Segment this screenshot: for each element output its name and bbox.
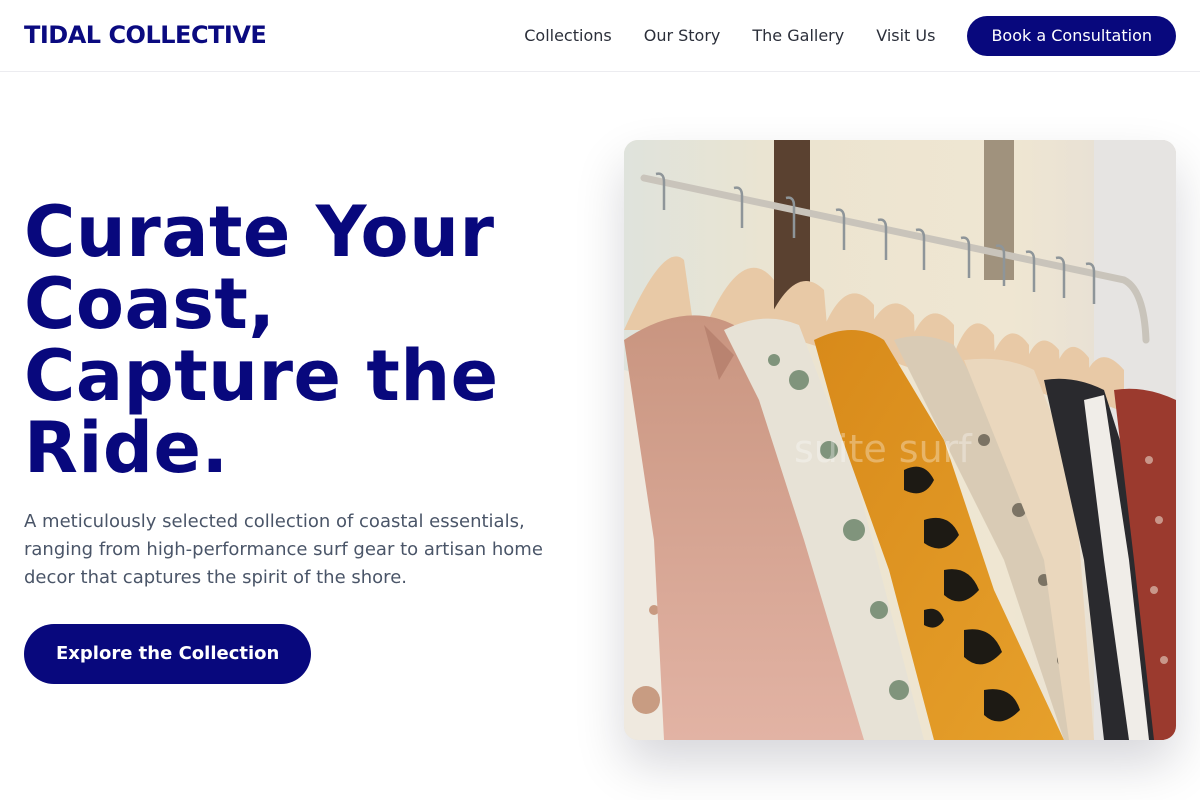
explore-collection-button[interactable]: Explore the Collection [24, 624, 312, 684]
nav-link-collections[interactable]: Collections [524, 16, 611, 56]
nav-link-visit-us[interactable]: Visit Us [876, 16, 935, 56]
nav-link-the-gallery[interactable]: The Gallery [752, 16, 844, 56]
hero-title: Curate Your Coast, Capture the Ride. [24, 191, 499, 489]
nav-link-our-story[interactable]: Our Story [644, 16, 721, 56]
hero-subtitle: A meticulously selected collection of co… [24, 511, 543, 588]
top-navigation: TIDAL COLLECTIVE Collections Our Story T… [0, 0, 1200, 72]
hero-image-clothing-rack: suite surf [624, 140, 1176, 740]
brand-logo[interactable]: TIDAL COLLECTIVE [24, 20, 267, 50]
book-consultation-button[interactable]: Book a Consultation [967, 16, 1176, 56]
nav-links: Collections Our Story The Gallery Visit … [524, 16, 1176, 56]
clothing-rack-illustration: suite surf [624, 140, 1176, 740]
image-watermark: suite surf [794, 427, 973, 471]
